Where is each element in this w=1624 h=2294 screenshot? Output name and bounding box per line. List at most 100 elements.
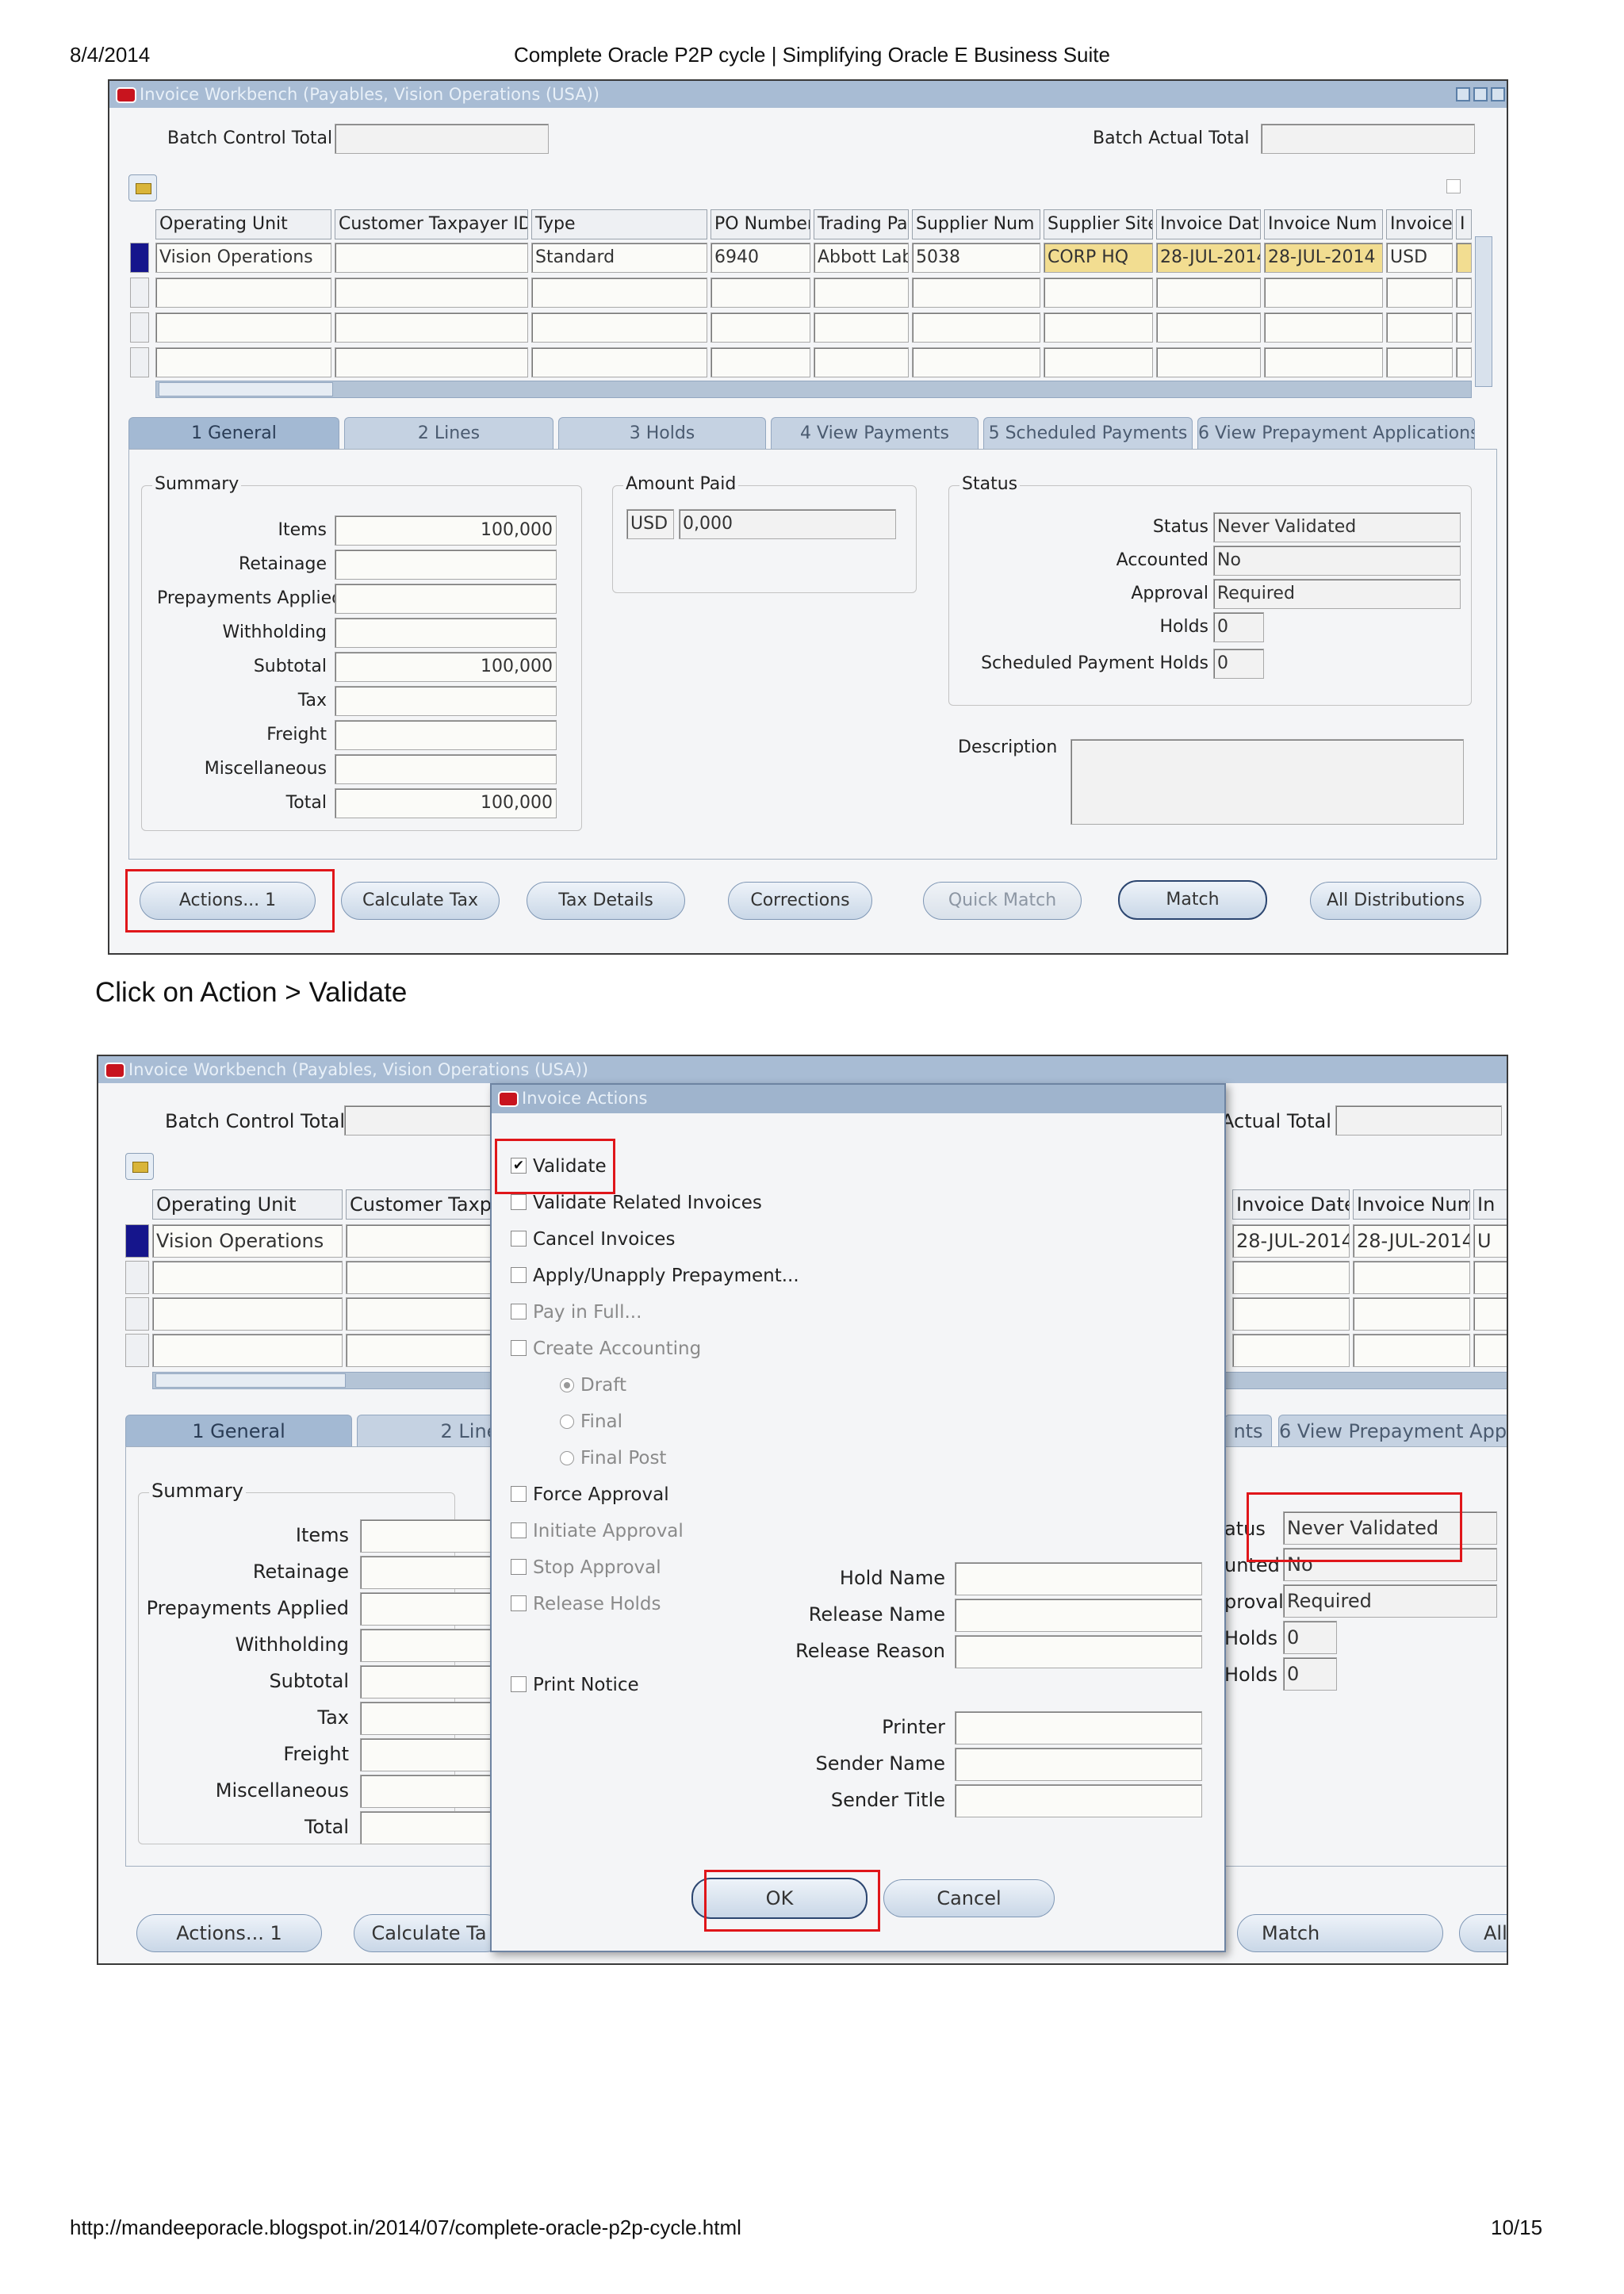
grid-cell[interactable]	[531, 312, 707, 343]
grid-cell[interactable]	[155, 347, 331, 377]
grid-cell[interactable]	[346, 1261, 504, 1294]
grid-cell[interactable]	[531, 347, 707, 377]
cell-supplier-site[interactable]: CORP HQ	[1044, 243, 1153, 273]
grid-cell[interactable]	[1264, 278, 1383, 308]
checkbox-print-notice[interactable]	[511, 1676, 527, 1692]
grid-cell[interactable]	[912, 278, 1040, 308]
minimize-icon[interactable]	[1456, 87, 1470, 101]
grid-cell[interactable]	[1232, 1261, 1350, 1294]
grid-cell[interactable]	[814, 278, 909, 308]
window-controls[interactable]	[1456, 87, 1505, 101]
summary-field-1[interactable]	[335, 550, 557, 580]
match-button[interactable]: Match	[1118, 880, 1267, 920]
status-field-4[interactable]: 0	[1213, 649, 1264, 679]
grid-cell[interactable]	[912, 312, 1040, 343]
row-selector[interactable]	[125, 1297, 149, 1331]
corrections-button[interactable]: Corrections	[728, 882, 872, 920]
summary-field-3[interactable]	[335, 618, 557, 648]
grid-cell[interactable]	[1456, 278, 1472, 308]
cell-invoice-currency[interactable]: U	[1473, 1224, 1507, 1258]
grid-cell[interactable]	[155, 312, 331, 343]
checkbox-apply-unapply-prepayment-[interactable]	[511, 1267, 527, 1283]
grid-cell[interactable]	[335, 312, 528, 343]
batch-control-total-field[interactable]	[335, 124, 549, 154]
tab-holds[interactable]: 3 Holds	[558, 417, 766, 449]
grid-cell[interactable]	[710, 347, 810, 377]
grid-cell[interactable]	[1232, 1297, 1350, 1331]
amount-paid-currency[interactable]: USD	[626, 509, 674, 539]
row-selector[interactable]	[130, 347, 149, 377]
tab-view-payments[interactable]: 4 View Payments	[771, 417, 979, 449]
tab-view-prepayment-applications[interactable]: 6 View Prepayment Applications	[1197, 417, 1475, 449]
status-field-4[interactable]: 0	[1283, 1657, 1337, 1691]
tab-general[interactable]: 1 General	[125, 1415, 352, 1446]
grid-cell[interactable]	[710, 278, 810, 308]
match-button[interactable]: Match	[1237, 1914, 1443, 1952]
grid-cell[interactable]	[1044, 312, 1153, 343]
cell-invoice-date[interactable]: 28-JUL-2014	[1232, 1224, 1350, 1258]
cell-po-number[interactable]: 6940	[710, 243, 810, 273]
grid-cell[interactable]	[1473, 1334, 1507, 1367]
summary-field-8[interactable]: 100,000	[335, 788, 557, 818]
grid-cell[interactable]	[1456, 312, 1472, 343]
status-field-2[interactable]: Required	[1283, 1584, 1497, 1618]
ok-button[interactable]: OK	[691, 1878, 868, 1919]
summary-field-0[interactable]	[360, 1519, 503, 1553]
row-selector[interactable]	[130, 312, 149, 343]
grid-cell[interactable]	[710, 312, 810, 343]
batch-actual-total-field[interactable]	[1261, 124, 1475, 154]
cell-invoice-currency[interactable]: USD	[1386, 243, 1453, 273]
grid-cell[interactable]	[814, 312, 909, 343]
calculate-tax-button[interactable]: Calculate Tax	[341, 882, 500, 920]
grid-cell[interactable]	[1353, 1261, 1470, 1294]
grid-cell[interactable]	[1156, 347, 1261, 377]
summary-field-3[interactable]	[360, 1629, 503, 1662]
cell-operating-unit[interactable]: Vision Operations	[155, 243, 331, 273]
hold-field-2[interactable]	[955, 1635, 1202, 1668]
grid-cell[interactable]	[531, 278, 707, 308]
summary-field-7[interactable]	[335, 754, 557, 784]
folder-icon[interactable]	[125, 1153, 154, 1180]
grid-cell[interactable]	[1264, 312, 1383, 343]
grid-cell[interactable]	[335, 347, 528, 377]
grid-cell[interactable]	[346, 1334, 504, 1367]
cell-more[interactable]	[1456, 243, 1472, 273]
grid-cell[interactable]	[1232, 1334, 1350, 1367]
status-field-3[interactable]: 0	[1283, 1621, 1337, 1654]
grid-cell[interactable]	[1386, 347, 1453, 377]
horizontal-scrollbar[interactable]	[155, 381, 1472, 398]
actions-button[interactable]: Actions... 1	[136, 1914, 322, 1952]
cell-invoice-num[interactable]: 28-JUL-2014	[1264, 243, 1383, 273]
summary-field-8[interactable]	[360, 1811, 503, 1844]
status-field-1[interactable]: No	[1283, 1548, 1497, 1581]
tab-scheduled-payments[interactable]: nts	[1224, 1415, 1272, 1446]
grid-cell[interactable]	[1473, 1261, 1507, 1294]
summary-field-6[interactable]	[360, 1738, 503, 1771]
summary-field-6[interactable]	[335, 720, 557, 750]
cancel-button[interactable]: Cancel	[883, 1879, 1055, 1917]
grid-cell[interactable]	[152, 1261, 343, 1294]
status-field-1[interactable]: No	[1213, 546, 1461, 576]
summary-field-5[interactable]	[335, 686, 557, 716]
summary-field-7[interactable]	[360, 1775, 503, 1808]
calculate-tax-button[interactable]: Calculate Ta	[354, 1914, 504, 1952]
summary-field-0[interactable]: 100,000	[335, 515, 557, 546]
grid-cell[interactable]	[1473, 1297, 1507, 1331]
cell-customer-taxpayer-id[interactable]	[335, 243, 528, 273]
grid-cell[interactable]	[1044, 278, 1153, 308]
summary-field-4[interactable]	[360, 1665, 503, 1698]
status-field-2[interactable]: Required	[1213, 579, 1461, 609]
grid-cell[interactable]	[1156, 312, 1261, 343]
status-field-0[interactable]: Never Validated	[1283, 1511, 1497, 1545]
status-field-3[interactable]: 0	[1213, 612, 1264, 642]
checkbox-validate-related-invoices[interactable]	[511, 1194, 527, 1210]
grid-cell[interactable]	[1044, 347, 1153, 377]
row-selector[interactable]	[125, 1334, 149, 1367]
amount-paid-value[interactable]: 0,000	[679, 509, 896, 539]
description-field[interactable]	[1071, 739, 1464, 825]
grid-cell[interactable]	[1456, 347, 1472, 377]
grid-cell[interactable]	[1156, 278, 1261, 308]
cell-operating-unit[interactable]: Vision Operations	[152, 1224, 343, 1258]
grid-cell[interactable]	[152, 1297, 343, 1331]
scrollbar-thumb[interactable]	[159, 382, 333, 396]
